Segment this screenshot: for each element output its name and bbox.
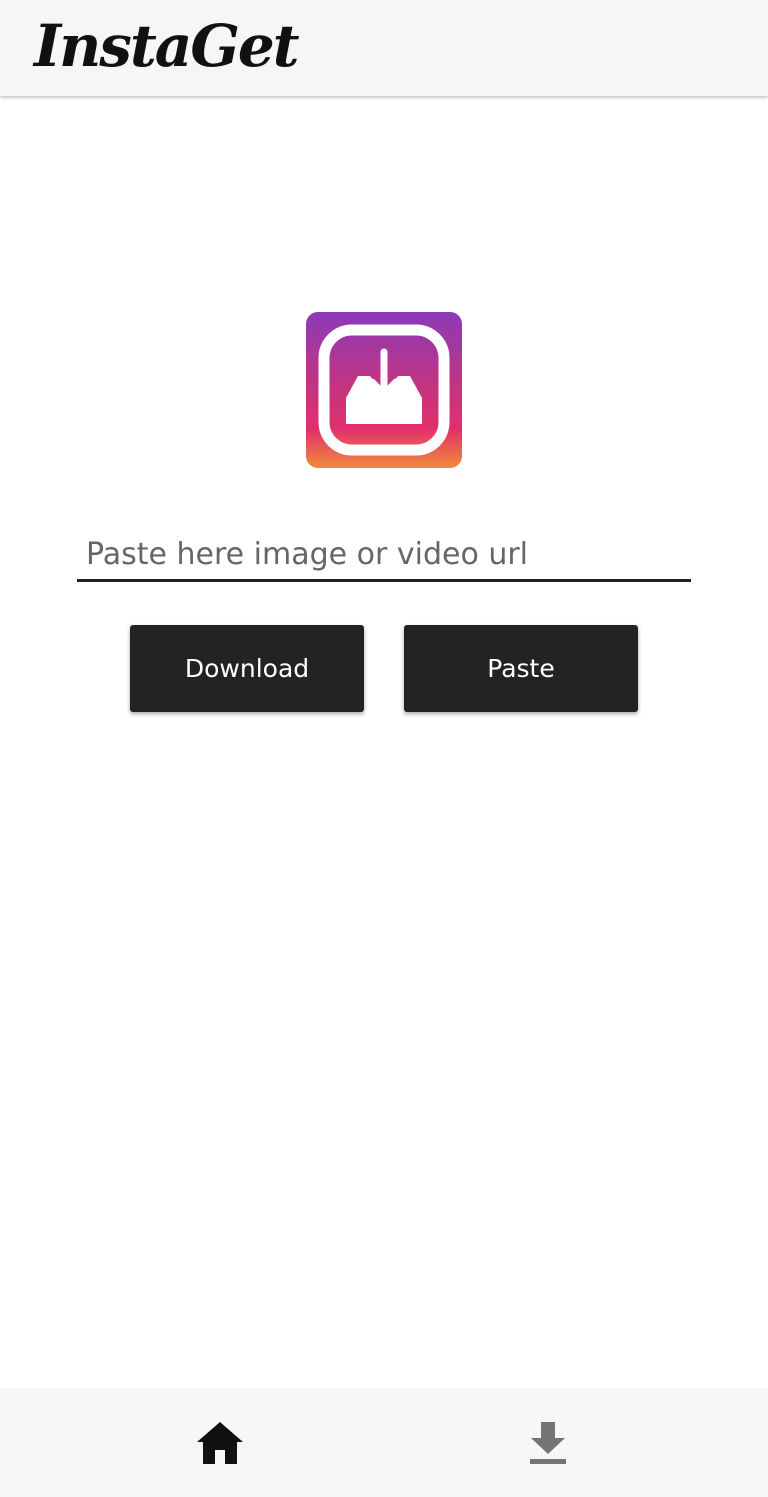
url-input[interactable] bbox=[77, 530, 691, 582]
app-bar: InstaGet bbox=[0, 0, 768, 96]
download-button[interactable]: Download bbox=[130, 625, 364, 712]
download-inbox-icon bbox=[306, 312, 462, 468]
bottom-navigation bbox=[0, 1388, 768, 1497]
home-icon bbox=[195, 1420, 245, 1466]
paste-button[interactable]: Paste bbox=[404, 625, 638, 712]
app-title: InstaGet bbox=[34, 12, 300, 80]
nav-downloads[interactable] bbox=[356, 1388, 740, 1497]
download-icon bbox=[528, 1420, 568, 1466]
